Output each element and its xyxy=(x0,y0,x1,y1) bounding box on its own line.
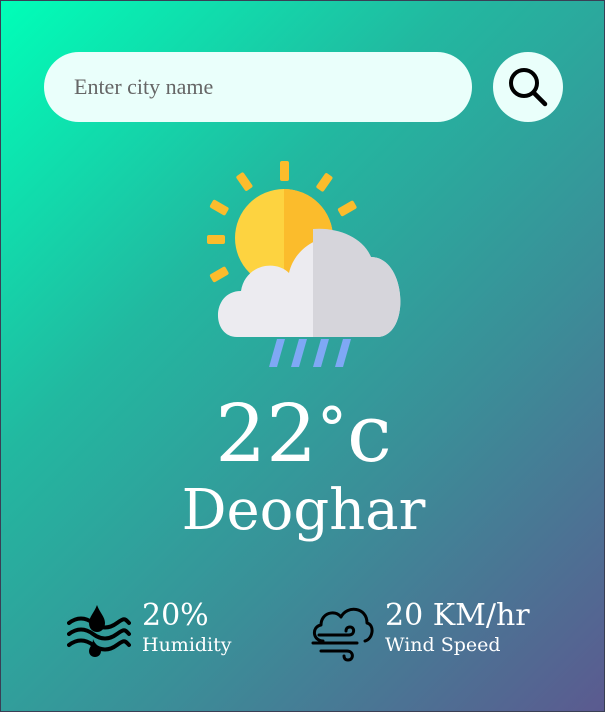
weather-card: 22°c Deoghar 20% Humidity 20 KM/hr Wind … xyxy=(0,0,605,712)
humidity-label: Humidity xyxy=(142,634,232,656)
city-name: Deoghar xyxy=(181,478,426,543)
temperature-unit: c xyxy=(346,387,392,480)
search-bar xyxy=(44,52,472,122)
degree-symbol: ° xyxy=(316,395,347,465)
humidity-icon xyxy=(67,605,131,657)
wind-icon xyxy=(311,607,374,662)
wind-text: 20 KM/hr Wind Speed xyxy=(385,599,530,657)
humidity-text: 20% Humidity xyxy=(142,599,232,657)
partly-cloudy-rain-icon xyxy=(207,161,401,367)
humidity-value: 20% xyxy=(142,598,209,633)
temperature-value: 22 xyxy=(215,387,317,480)
search-button[interactable] xyxy=(493,52,563,122)
wind-label: Wind Speed xyxy=(385,634,501,656)
temperature-display: 22°c xyxy=(1,384,605,484)
search-icon xyxy=(509,68,548,107)
city-search-input[interactable] xyxy=(44,52,472,122)
wind-value: 20 KM/hr xyxy=(385,598,530,633)
